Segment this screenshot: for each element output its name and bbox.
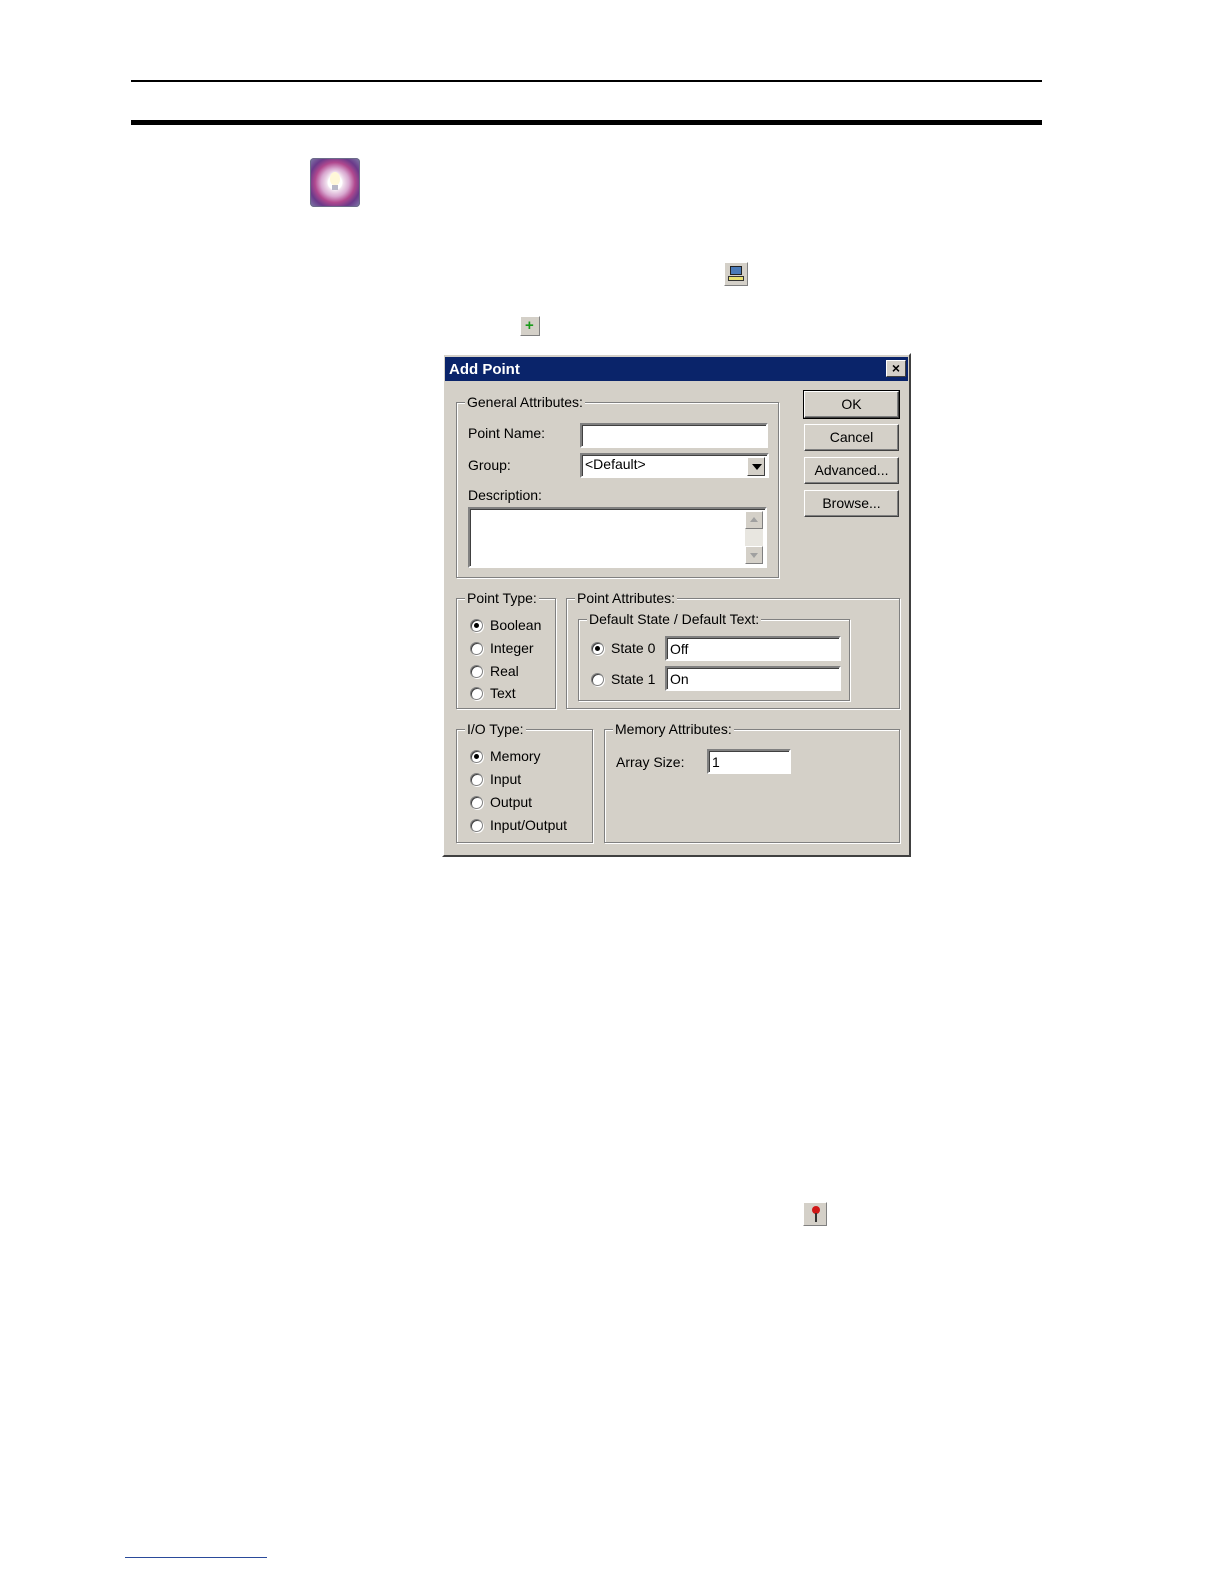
scroll-down-icon[interactable] [745, 546, 763, 564]
close-icon[interactable]: × [886, 360, 906, 377]
array-size-field[interactable] [707, 749, 791, 774]
add-point-icon[interactable]: + [520, 316, 540, 336]
header-rule-thin [131, 80, 1042, 82]
group-combobox[interactable]: <Default> [580, 453, 769, 478]
radio-icon[interactable] [470, 686, 483, 700]
array-size-label: Array Size: [616, 754, 685, 770]
radio-checked-icon[interactable] [591, 641, 604, 655]
radio-checked-icon[interactable] [470, 618, 483, 632]
io-type-memory-radio[interactable]: Memory [470, 748, 541, 764]
state-0-text-field[interactable] [665, 636, 841, 661]
description-scrollbar[interactable] [745, 511, 763, 564]
default-state-legend: Default State / Default Text: [587, 611, 762, 627]
general-attributes-group: General Attributes: Point Name: Group: <… [456, 394, 779, 578]
point-name-field[interactable] [580, 423, 768, 448]
io-type-output-radio[interactable]: Output [470, 794, 532, 810]
cancel-button[interactable]: Cancel [804, 424, 899, 451]
default-state-group: Default State / Default Text: State 0 St… [578, 611, 850, 701]
add-point-dialog: Add Point × General Attributes: Point Na… [442, 353, 911, 857]
point-name-label: Point Name: [468, 425, 546, 441]
point-type-boolean-radio[interactable]: Boolean [470, 617, 541, 633]
application-icon [310, 158, 360, 207]
point-type-legend: Point Type: [465, 590, 539, 606]
group-selected-value: <Default> [585, 456, 646, 472]
browse-button[interactable]: Browse... [804, 490, 899, 517]
state-1-text-field[interactable] [665, 666, 841, 691]
radio-icon[interactable] [470, 664, 483, 678]
point-type-group: Point Type: Boolean Integer Real Text [456, 590, 556, 709]
memory-attributes-group: Memory Attributes: Array Size: [604, 721, 900, 843]
radio-checked-icon[interactable] [470, 749, 483, 763]
point-attributes-legend: Point Attributes: [575, 590, 678, 606]
point-attributes-group: Point Attributes: Default State / Defaul… [566, 590, 900, 709]
dialog-title: Add Point [449, 361, 520, 378]
lightbulb-base-glyph [332, 185, 338, 190]
radio-icon[interactable] [470, 795, 483, 809]
point-type-real-radio[interactable]: Real [470, 663, 519, 679]
general-attributes-legend: General Attributes: [465, 394, 585, 410]
io-type-legend: I/O Type: [465, 721, 526, 737]
footer-rule [125, 1557, 267, 1558]
description-label: Description: [468, 487, 542, 503]
radio-icon[interactable] [591, 672, 604, 686]
header-rule-thick [131, 120, 1042, 125]
radio-icon[interactable] [470, 641, 483, 655]
io-type-input-output-radio[interactable]: Input/Output [470, 817, 567, 833]
io-type-group: I/O Type: Memory Input Output Input/Outp… [456, 721, 593, 843]
pc-toolbar-icon[interactable] [724, 262, 748, 286]
io-type-input-radio[interactable]: Input [470, 771, 521, 787]
point-type-text-radio[interactable]: Text [470, 685, 516, 701]
radio-icon[interactable] [470, 818, 483, 832]
lightbulb-glyph [330, 172, 340, 185]
ok-button[interactable]: OK [803, 390, 900, 419]
pin-toolbar-icon[interactable] [803, 1202, 827, 1226]
state-1-radio[interactable]: State 1 [591, 671, 655, 687]
scroll-up-icon[interactable] [745, 511, 763, 529]
dialog-titlebar[interactable]: Add Point × [445, 357, 908, 381]
memory-attributes-legend: Memory Attributes: [613, 721, 734, 737]
radio-icon[interactable] [470, 772, 483, 786]
point-type-integer-radio[interactable]: Integer [470, 640, 534, 656]
description-textarea[interactable] [468, 507, 767, 568]
advanced-button[interactable]: Advanced... [804, 457, 899, 484]
chevron-down-icon[interactable] [747, 457, 765, 476]
group-label: Group: [468, 457, 511, 473]
state-0-radio[interactable]: State 0 [591, 640, 655, 656]
